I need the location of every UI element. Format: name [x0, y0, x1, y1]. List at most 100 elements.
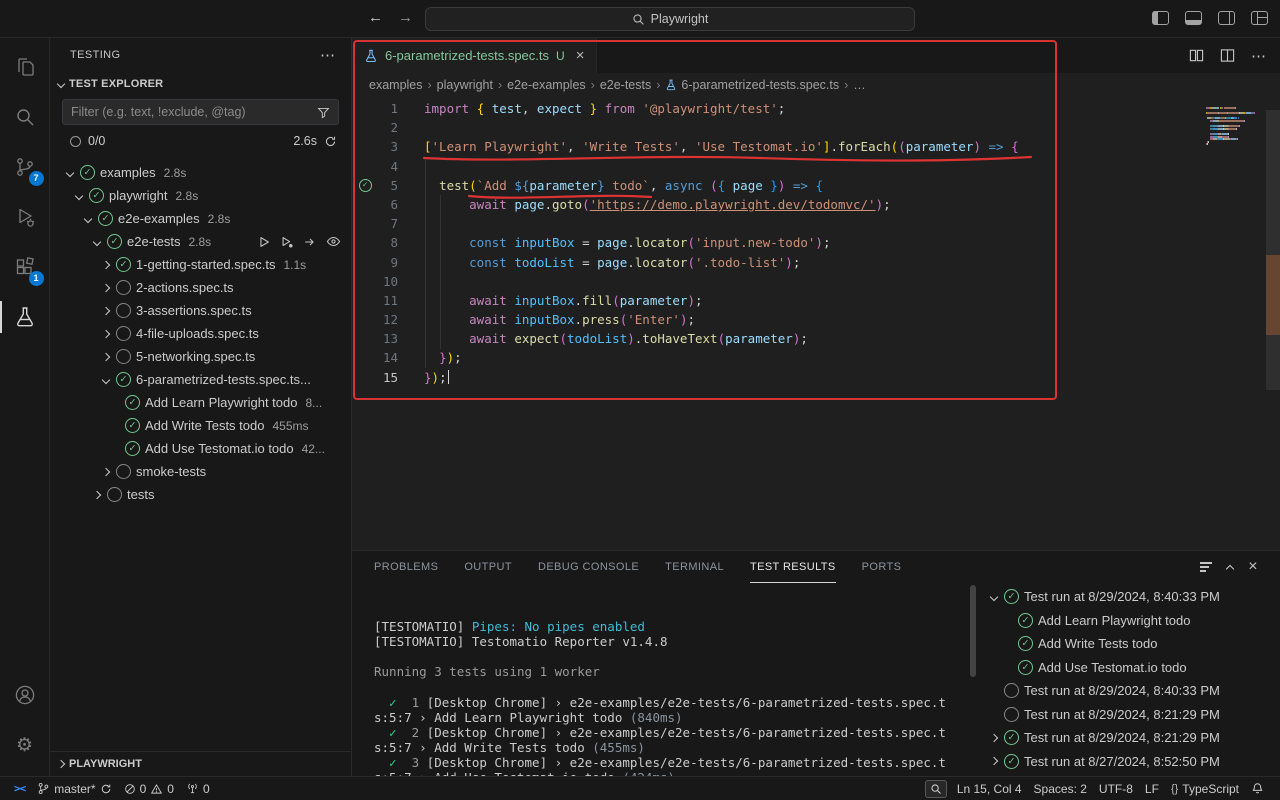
toggle-sidebar-icon[interactable] — [1152, 11, 1169, 25]
reveal-test-icon[interactable] — [326, 234, 341, 249]
toggle-panel-icon[interactable] — [1185, 11, 1202, 25]
test-filter-input[interactable] — [71, 105, 311, 119]
chevron-right-icon[interactable] — [986, 735, 1002, 741]
breadcrumb-item-examples[interactable]: examples — [369, 78, 423, 92]
accounts-icon[interactable] — [0, 670, 50, 720]
testing-view-icon[interactable] — [0, 292, 50, 342]
source-control-icon[interactable]: 7 — [0, 142, 50, 192]
tab-close-icon[interactable]: × — [576, 47, 585, 64]
nav-forward-icon[interactable]: → — [398, 9, 413, 26]
code-line-11[interactable]: 11 await inputBox.fill(parameter); — [352, 291, 1280, 310]
tree-item-e2e-tests[interactable]: ✓e2e-tests2.8s — [50, 230, 351, 253]
minimap[interactable] — [1206, 100, 1264, 139]
panel-tab-ports[interactable]: PORTS — [862, 551, 902, 583]
chevron-right-icon[interactable] — [98, 262, 114, 268]
code-line-9[interactable]: 9 const todoList = page.locator('.todo-l… — [352, 253, 1280, 272]
breadcrumb-item-playwright[interactable]: playwright — [437, 78, 493, 92]
tree-item-add-write-tests-todo[interactable]: ✓Add Write Tests todo455ms — [50, 414, 351, 437]
output-filter-icon[interactable] — [1200, 562, 1212, 571]
editor-scrollbar[interactable] — [1266, 97, 1280, 550]
code-line-8[interactable]: 8 const inputBox = page.locator('input.n… — [352, 233, 1280, 252]
chevron-down-icon[interactable] — [62, 170, 78, 176]
chevron-right-icon[interactable] — [89, 492, 105, 498]
editor-tab[interactable]: 6-parametrized-tests.spec.ts U × — [352, 38, 597, 73]
command-center-search[interactable]: Playwright — [425, 7, 915, 31]
explorer-icon[interactable] — [0, 42, 50, 92]
test-run-row[interactable]: Test run at 8/29/2024, 8:40:33 PM — [978, 679, 1280, 703]
git-branch-item[interactable]: master* — [31, 777, 117, 800]
scrollbar-slider[interactable] — [1266, 110, 1280, 390]
panel-tab-terminal[interactable]: TERMINAL — [665, 551, 724, 583]
test-run-row[interactable]: ✓Test run at 8/29/2024, 8:21:29 PM — [978, 726, 1280, 750]
tree-item-tests[interactable]: tests — [50, 483, 351, 506]
chevron-down-icon[interactable] — [89, 239, 105, 245]
breadcrumb-item-e2e-tests[interactable]: e2e-tests — [600, 78, 651, 92]
code-line-13[interactable]: 13 await expect(todoList).toHaveText(par… — [352, 329, 1280, 348]
code-line-2[interactable]: 2 — [352, 118, 1280, 137]
code-line-10[interactable]: 10 — [352, 272, 1280, 291]
debug-test-icon[interactable] — [280, 235, 294, 249]
code-line-3[interactable]: 3['Learn Playwright', 'Write Tests', 'Us… — [352, 137, 1280, 156]
nav-back-icon[interactable]: ← — [368, 9, 383, 26]
test-run-row[interactable]: ✓Test run at 8/27/2024, 8:52:50 PM — [978, 750, 1280, 774]
tree-item-examples[interactable]: ✓examples2.8s — [50, 161, 351, 184]
code-line-6[interactable]: 6 await page.goto('https://demo.playwrig… — [352, 195, 1280, 214]
code-line-1[interactable]: 1import { test, expect } from '@playwrig… — [352, 99, 1280, 118]
cursor-position[interactable]: Ln 15, Col 4 — [951, 777, 1028, 800]
test-output-terminal[interactable]: [TESTOMATIO] Pipes: No pipes enabled[TES… — [352, 583, 978, 776]
chevron-right-icon[interactable] — [98, 469, 114, 475]
notifications-bell[interactable] — [1245, 777, 1270, 800]
testing-more-actions-icon[interactable]: ⋯ — [320, 46, 335, 64]
run-test-icon[interactable] — [257, 235, 271, 249]
panel-tab-problems[interactable]: PROBLEMS — [374, 551, 438, 583]
problems-item[interactable]: 0 0 — [118, 777, 180, 800]
tree-item-2-actions-spec-ts[interactable]: 2-actions.spec.ts — [50, 276, 351, 299]
editor-more-actions-icon[interactable]: ⋯ — [1251, 47, 1266, 65]
indentation[interactable]: Spaces: 2 — [1028, 777, 1093, 800]
code-line-12[interactable]: 12 await inputBox.press('Enter'); — [352, 310, 1280, 329]
goto-test-icon[interactable] — [303, 235, 317, 249]
language-mode[interactable]: {} TypeScript — [1165, 777, 1245, 800]
chevron-right-icon[interactable] — [98, 308, 114, 314]
test-result-item-add-write-tests-todo[interactable]: ✓Add Write Tests todo — [978, 632, 1280, 656]
chevron-right-icon[interactable] — [98, 354, 114, 360]
eol-sequence[interactable]: LF — [1139, 777, 1165, 800]
settings-gear-icon[interactable]: ⚙ — [0, 720, 50, 770]
test-explorer-section-header[interactable]: TEST EXPLORER — [50, 72, 351, 96]
extensions-icon[interactable]: 1 — [0, 242, 50, 292]
filter-funnel-icon[interactable] — [317, 106, 330, 119]
gutter-test-pass-icon[interactable]: ✓ — [352, 176, 378, 195]
code-line-15[interactable]: 15}); — [352, 368, 1280, 387]
code-line-4[interactable]: 4 — [352, 157, 1280, 176]
breadcrumb-item-e2e-examples[interactable]: e2e-examples — [507, 78, 586, 92]
tree-item-5-networking-spec-ts[interactable]: 5-networking.spec.ts — [50, 345, 351, 368]
chevron-down-icon[interactable] — [80, 216, 96, 222]
tree-item-6-parametrized-tests-spec-ts[interactable]: ✓6-parametrized-tests.spec.ts... — [50, 368, 351, 391]
customize-layout-icon[interactable] — [1251, 11, 1268, 25]
tree-item-4-file-uploads-spec-ts[interactable]: 4-file-uploads.spec.ts — [50, 322, 351, 345]
panel-maximize-icon[interactable] — [1226, 565, 1234, 573]
panel-tab-output[interactable]: OUTPUT — [464, 551, 512, 583]
code-line-14[interactable]: 14 }); — [352, 348, 1280, 367]
tree-item-playwright[interactable]: ✓playwright2.8s — [50, 184, 351, 207]
chevron-down-icon[interactable] — [98, 377, 114, 383]
tree-item-e2e-examples[interactable]: ✓e2e-examples2.8s — [50, 207, 351, 230]
chevron-right-icon[interactable] — [98, 285, 114, 291]
tree-item-1-getting-started-spec-ts[interactable]: ✓1-getting-started.spec.ts1.1s — [50, 253, 351, 276]
toggle-secondary-sidebar-icon[interactable] — [1218, 11, 1235, 25]
tree-item-add-learn-playwright-todo[interactable]: ✓Add Learn Playwright todo8... — [50, 391, 351, 414]
panel-close-icon[interactable]: × — [1248, 558, 1258, 576]
panel-tab-test-results[interactable]: TEST RESULTS — [750, 551, 836, 583]
encoding[interactable]: UTF-8 — [1093, 777, 1139, 800]
open-changes-icon[interactable] — [1189, 48, 1204, 63]
search-view-icon[interactable] — [0, 92, 50, 142]
panel-tab-debug-console[interactable]: DEBUG CONSOLE — [538, 551, 639, 583]
ports-item[interactable]: 0 — [180, 777, 216, 800]
code-line-5[interactable]: ✓5 test(`Add ${parameter} todo`, async (… — [352, 176, 1280, 195]
breadcrumb-item-6-parametrized-tests-spec-ts[interactable]: 6-parametrized-tests.spec.ts — [665, 78, 839, 92]
tree-item-3-assertions-spec-ts[interactable]: 3-assertions.spec.ts — [50, 299, 351, 322]
remote-indicator[interactable]: >< — [8, 777, 31, 800]
test-result-item-add-learn-playwright-todo[interactable]: ✓Add Learn Playwright todo — [978, 609, 1280, 633]
tree-item-add-use-testomat-io-todo[interactable]: ✓Add Use Testomat.io todo42... — [50, 437, 351, 460]
terminal-scrollbar[interactable] — [970, 585, 976, 677]
